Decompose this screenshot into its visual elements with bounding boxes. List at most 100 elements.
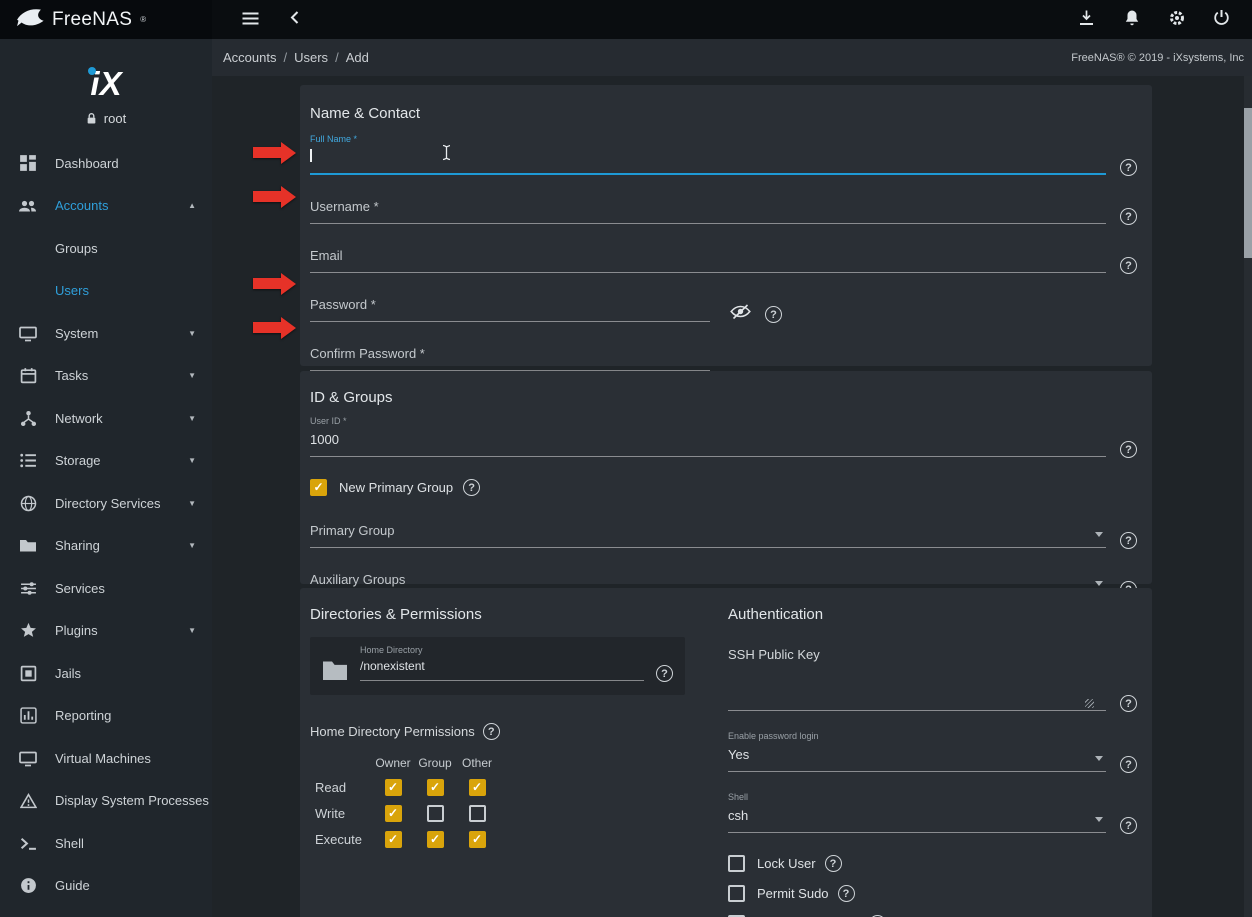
help-icon[interactable] (837, 885, 855, 902)
home-directory-input[interactable]: /nonexistent (360, 657, 644, 681)
people-icon (18, 196, 38, 216)
folder-icon[interactable] (322, 660, 348, 681)
perm-read-other-checkbox[interactable] (468, 779, 486, 796)
new-primary-group-checkbox[interactable] (310, 479, 327, 496)
enable-password-login-select[interactable]: Enable password login Yes (728, 731, 1106, 772)
perm-execute-owner-checkbox[interactable] (384, 831, 402, 848)
help-icon[interactable] (656, 665, 673, 682)
perm-write-group-checkbox[interactable] (426, 805, 444, 822)
copyright-text: FreeNAS® © 2019 - iXsystems, Inc (1071, 51, 1244, 64)
lock-user-checkbox[interactable] (728, 855, 745, 872)
help-icon[interactable] (1120, 208, 1137, 225)
help-icon[interactable] (463, 479, 481, 496)
toggle-password-visibility-button[interactable] (730, 303, 751, 323)
collapse-nav-button[interactable] (274, 10, 314, 27)
email-input[interactable]: Email (310, 247, 1106, 273)
freenas-fish-icon (14, 6, 44, 33)
settings-button[interactable] (1154, 9, 1199, 30)
perm-write-other-checkbox[interactable] (468, 805, 486, 822)
section-title: Name & Contact (310, 105, 421, 122)
chevron-down-icon: ▼ (188, 371, 196, 381)
scrollbar-thumb[interactable] (1244, 108, 1252, 258)
annotation-arrow (253, 316, 296, 339)
sidebar-item-plugins[interactable]: Plugins ▼ (0, 610, 212, 653)
processes-icon (18, 791, 38, 811)
help-icon[interactable] (1120, 817, 1137, 834)
eye-off-icon (730, 303, 751, 323)
sidebar-item-label: Accounts (55, 198, 109, 214)
gear-icon (1168, 9, 1186, 30)
help-icon[interactable] (1120, 756, 1137, 773)
dashboard-icon (18, 153, 38, 173)
perm-execute-other-checkbox[interactable] (468, 831, 486, 848)
menu-toggle-button[interactable] (230, 11, 270, 29)
sidebar-item-jails[interactable]: Jails (0, 652, 212, 695)
sidebar-item-label: Display System Processes (55, 793, 209, 809)
confirm-password-label: Confirm Password * (310, 346, 425, 361)
sidebar-menu: Dashboard Accounts ▲ Groups Users System ▼ Task… (0, 142, 212, 907)
sidebar-item-label: Reporting (55, 708, 112, 724)
help-icon[interactable] (1120, 532, 1137, 549)
chevron-up-icon: ▲ (188, 201, 196, 211)
monitor-icon (18, 323, 38, 343)
sidebar-item-guide[interactable]: Guide (0, 865, 212, 908)
sidebar-item-system[interactable]: System ▼ (0, 312, 212, 355)
home-directory-value: /nonexistent (360, 659, 425, 673)
sidebar-item-services[interactable]: Services (0, 567, 212, 610)
sidebar-item-shell[interactable]: Shell (0, 822, 212, 865)
password-input[interactable]: Password * (310, 296, 710, 322)
power-button[interactable] (1199, 9, 1244, 29)
breadcrumb-separator: / (283, 50, 288, 65)
resize-grip-icon[interactable] (1085, 699, 1094, 708)
username-text: root (103, 111, 127, 126)
sidebar-item-users[interactable]: Users (0, 270, 212, 313)
help-icon[interactable] (1120, 695, 1137, 712)
primary-group-select[interactable]: Primary Group (310, 522, 1106, 548)
help-icon[interactable] (1120, 159, 1137, 176)
system-update-button[interactable] (1064, 9, 1109, 29)
permit-sudo-checkbox[interactable] (728, 885, 745, 902)
sidebar-item-accounts[interactable]: Accounts ▲ (0, 185, 212, 228)
help-icon[interactable] (1120, 441, 1137, 458)
sidebar-item-display-system-processes[interactable]: Display System Processes (0, 780, 212, 823)
sidebar-item-virtual-machines[interactable]: Virtual Machines (0, 737, 212, 780)
perm-execute-group-checkbox[interactable] (426, 831, 444, 848)
notifications-button[interactable] (1109, 9, 1154, 29)
sidebar-item-tasks[interactable]: Tasks ▼ (0, 355, 212, 398)
perm-write-owner-checkbox[interactable] (384, 805, 402, 822)
ixsystems-logo: iX (74, 65, 138, 103)
directories-permissions-column: Directories & Permissions Home Directory… (310, 606, 685, 917)
user-id-input[interactable]: User ID * 1000 (310, 416, 1106, 457)
permissions-column-header: Owner (375, 756, 411, 770)
sidebar-item-groups[interactable]: Groups (0, 227, 212, 270)
perm-read-group-checkbox[interactable] (426, 779, 444, 796)
username-input[interactable]: Username * (310, 198, 1106, 224)
perm-read-owner-checkbox[interactable] (384, 779, 402, 796)
sidebar-item-network[interactable]: Network ▼ (0, 397, 212, 440)
help-icon[interactable] (1120, 257, 1137, 274)
help-icon[interactable] (824, 855, 842, 872)
logged-in-user: root (0, 111, 212, 126)
ssh-public-key-textarea[interactable] (728, 664, 1106, 711)
ssh-public-key-label: SSH Public Key (728, 647, 820, 662)
sidebar-item-storage[interactable]: Storage ▼ (0, 440, 212, 483)
sidebar-item-directory-services[interactable]: Directory Services ▼ (0, 482, 212, 525)
full-name-label: Full Name * (310, 134, 358, 144)
chart-icon (18, 706, 38, 726)
sliders-icon (18, 578, 38, 598)
annotation-arrow (253, 272, 296, 295)
text-caret (310, 149, 312, 162)
confirm-password-input[interactable]: Confirm Password * (310, 345, 710, 371)
breadcrumb-users[interactable]: Users (294, 50, 328, 65)
permissions-column-header: Other (461, 756, 492, 770)
sidebar-item-sharing[interactable]: Sharing ▼ (0, 525, 212, 568)
help-icon[interactable] (482, 723, 500, 740)
sidebar-item-reporting[interactable]: Reporting (0, 695, 212, 738)
shell-select[interactable]: Shell csh (728, 792, 1106, 833)
hub-icon (18, 408, 38, 428)
full-name-input[interactable]: Full Name * (310, 134, 1106, 175)
sidebar-item-dashboard[interactable]: Dashboard (0, 142, 212, 185)
help-icon[interactable] (765, 306, 782, 323)
ix-logo-dot (88, 67, 96, 75)
breadcrumb-accounts[interactable]: Accounts (223, 50, 276, 65)
